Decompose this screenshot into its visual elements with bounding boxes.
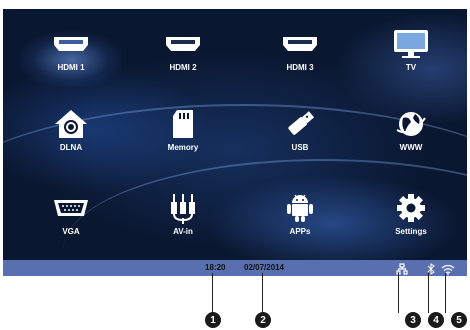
app-label: Settings	[395, 227, 427, 236]
sd-card-icon	[160, 107, 206, 141]
app-tile-hdmi1[interactable]: HDMI 1	[21, 27, 121, 87]
android-icon	[277, 191, 323, 225]
home-screen: HDMI 1 HDMI 2 HDMI 3 TV DLNA Memory USB …	[3, 9, 467, 260]
callout-line	[428, 273, 429, 313]
callout-line	[445, 273, 446, 313]
app-label: USB	[291, 143, 309, 152]
callout-line	[398, 273, 399, 313]
app-label: AV-in	[173, 227, 193, 236]
tv-icon	[388, 27, 434, 61]
usb-icon	[277, 107, 323, 141]
vga-icon	[48, 191, 94, 225]
app-tile-usb[interactable]: USB	[250, 107, 350, 167]
callout-badge-5: 5	[451, 312, 467, 328]
gear-icon	[388, 191, 434, 225]
hdmi-icon	[277, 27, 323, 61]
clock-date: 02/07/2014	[244, 263, 285, 272]
callout-line	[212, 273, 213, 313]
callout-badge-4: 4	[428, 312, 444, 328]
app-tile-tv[interactable]: TV	[361, 27, 461, 87]
app-tile-apps[interactable]: APPs	[250, 191, 350, 251]
app-tile-memory[interactable]: Memory	[133, 107, 233, 167]
app-tile-vga[interactable]: VGA	[21, 191, 121, 251]
callout-badge-1: 1	[205, 312, 221, 328]
app-label: TV	[405, 63, 417, 72]
app-tile-hdmi2[interactable]: HDMI 2	[133, 27, 233, 87]
av-cable-icon	[160, 191, 206, 225]
app-label: DLNA	[59, 143, 83, 152]
callout-line	[262, 273, 263, 313]
app-label: WWW	[399, 143, 423, 152]
app-tile-www[interactable]: WWW	[361, 107, 461, 167]
hdmi-icon	[160, 27, 206, 61]
app-label: APPs	[289, 227, 311, 236]
app-tile-av-in[interactable]: AV-in	[133, 191, 233, 251]
hdmi-icon	[48, 27, 94, 61]
app-tile-settings[interactable]: Settings	[361, 191, 461, 251]
app-label: VGA	[62, 227, 80, 236]
globe-icon	[388, 107, 434, 141]
app-tile-dlna[interactable]: DLNA	[21, 107, 121, 167]
app-tile-hdmi3[interactable]: HDMI 3	[250, 27, 350, 87]
app-label: HDMI 1	[57, 63, 85, 72]
clock-time: 18:20	[205, 263, 226, 272]
dlna-icon	[48, 107, 94, 141]
app-label: HDMI 3	[286, 63, 314, 72]
callout-badge-2: 2	[255, 312, 271, 328]
app-label: Memory	[167, 143, 199, 152]
app-label: HDMI 2	[169, 63, 197, 72]
callout-badge-3: 3	[405, 312, 421, 328]
wifi-icon	[441, 262, 455, 280]
